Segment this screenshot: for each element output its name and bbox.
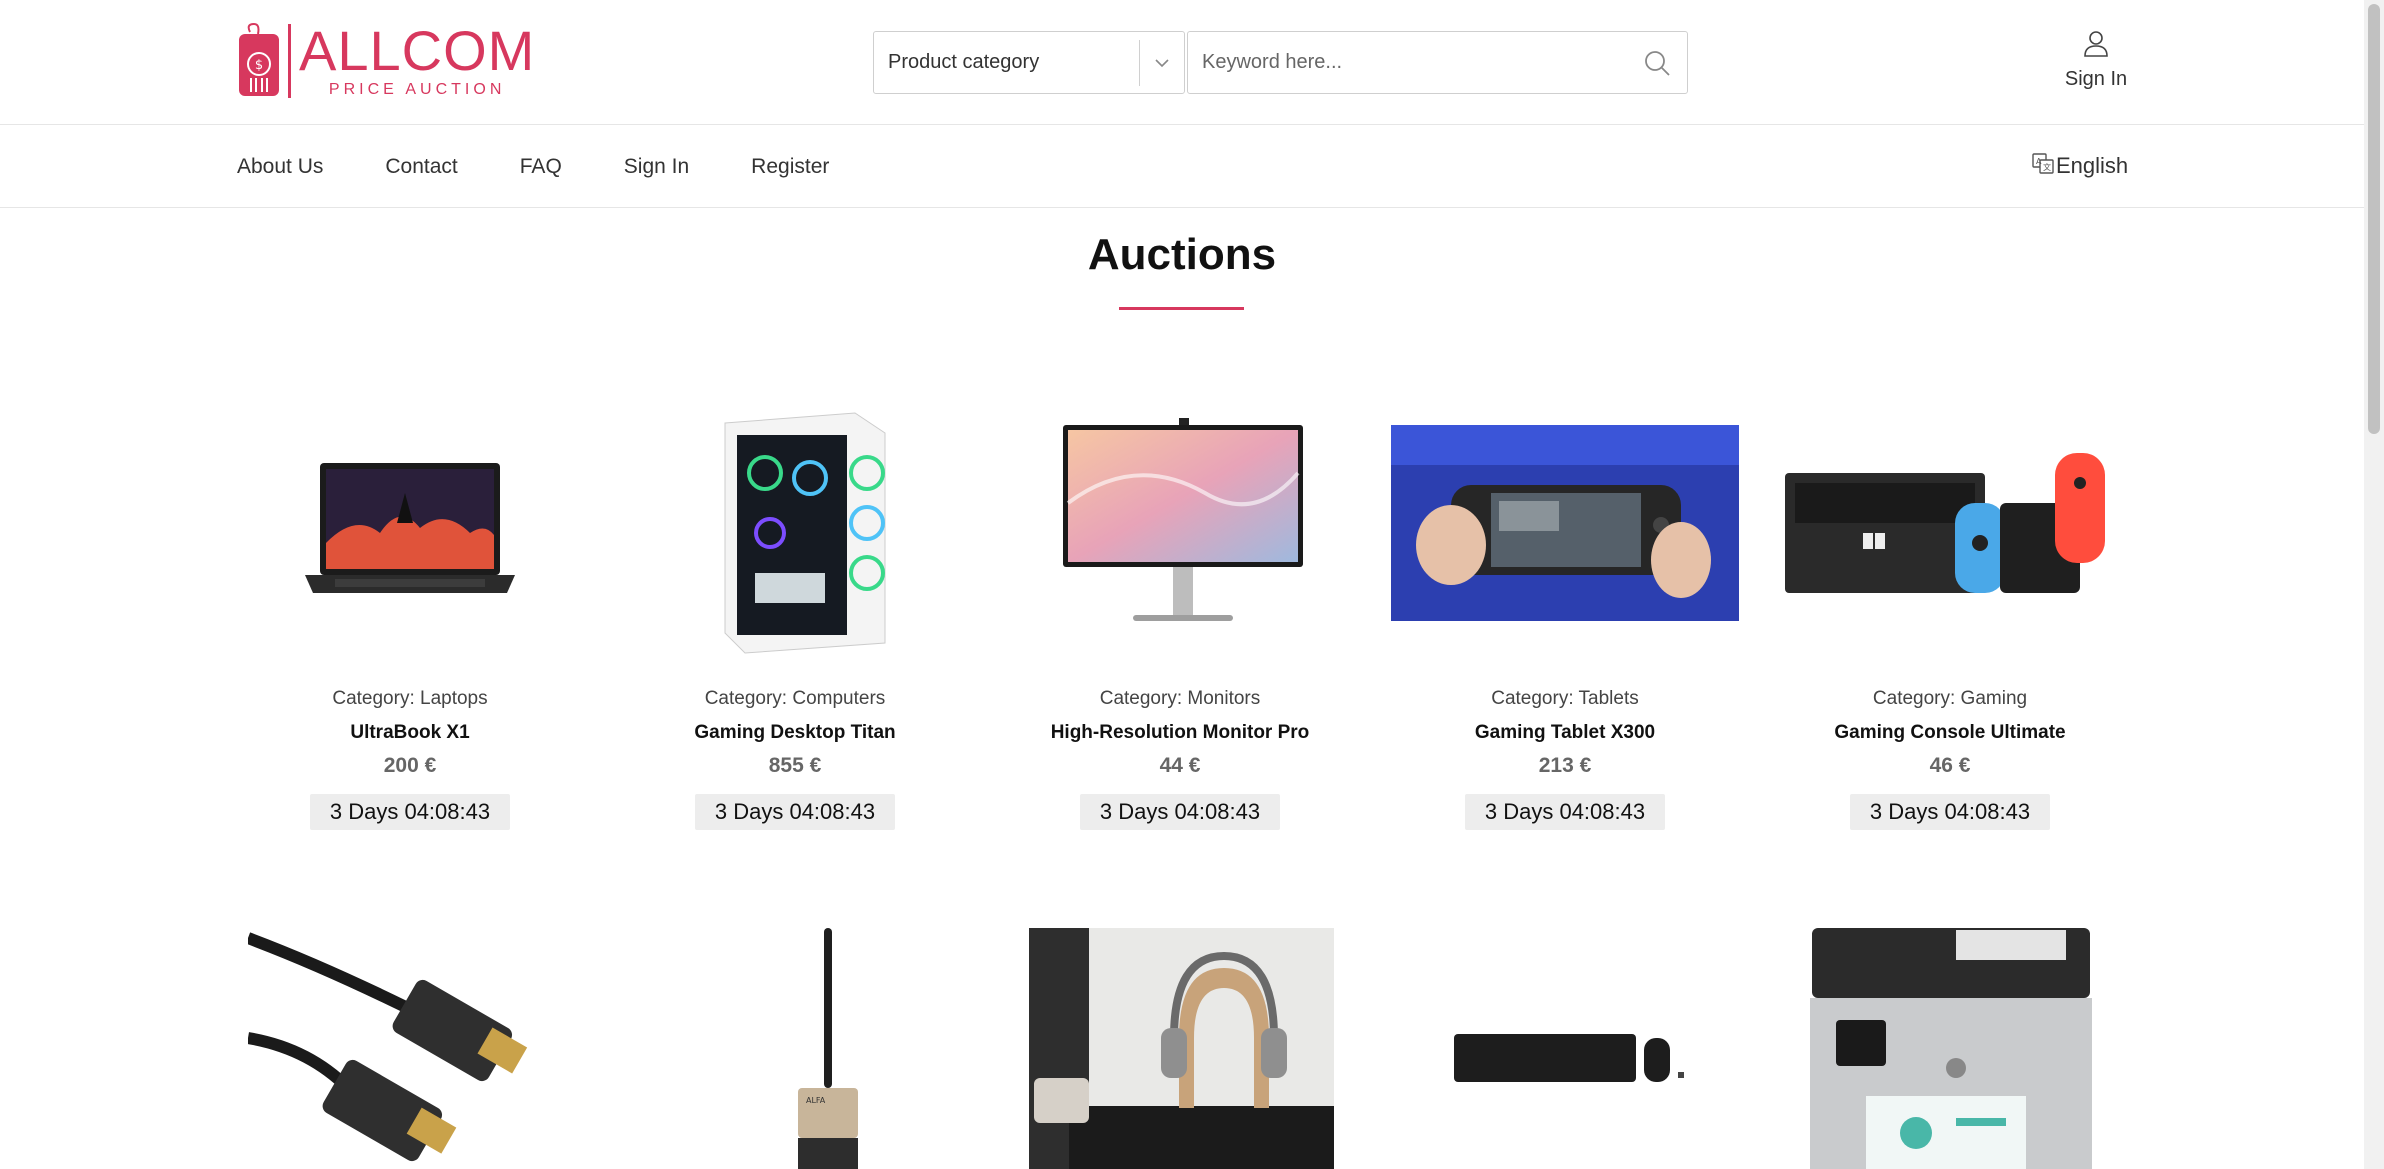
- header-signin-button[interactable]: Sign In: [2058, 30, 2134, 91]
- keyboard-mouse-image[interactable]: [1450, 1030, 1690, 1090]
- logo-divider: [288, 24, 291, 98]
- card-title[interactable]: Gaming Console Ultimate: [1765, 722, 2135, 744]
- laptop-image[interactable]: [225, 358, 595, 688]
- auction-card[interactable]: Category: Monitors High-Resolution Monit…: [995, 358, 1365, 830]
- svg-text:ALFA: ALFA: [806, 1096, 826, 1105]
- nav-links: About Us Contact FAQ Sign In Register: [237, 126, 891, 208]
- category-select-label: Product category: [888, 51, 1040, 73]
- nav-faq[interactable]: FAQ: [520, 155, 562, 179]
- title-underline: [1119, 307, 1244, 310]
- card-title[interactable]: Gaming Tablet X300: [1380, 722, 1750, 744]
- nav-register[interactable]: Register: [751, 155, 829, 179]
- countdown-timer: 3 Days 04:08:43: [694, 794, 896, 830]
- card-title[interactable]: UltraBook X1: [225, 722, 595, 744]
- auction-card[interactable]: Category: Computers Gaming Desktop Titan…: [610, 358, 980, 830]
- countdown-timer: 3 Days 04:08:43: [309, 794, 511, 830]
- countdown-timer: 3 Days 04:08:43: [1079, 794, 1281, 830]
- card-price: 213 €: [1538, 754, 1592, 777]
- language-label: English: [2056, 153, 2129, 178]
- user-icon: [2083, 30, 2109, 64]
- page-scrollbar[interactable]: [2364, 0, 2384, 1169]
- brand-subtitle: PRICE AUCTION: [328, 81, 506, 98]
- card-title[interactable]: Gaming Desktop Titan: [610, 722, 980, 744]
- card-category: Category: Gaming: [1872, 688, 2028, 709]
- site-header: $ ALLCOM PRICE AUCTION Product category: [0, 0, 2364, 125]
- logo-text: ALLCOM PRICE AUCTION: [299, 23, 535, 99]
- headphones-stand-image[interactable]: [1029, 928, 1334, 1169]
- card-price: 44 €: [1159, 754, 1201, 777]
- page-title: Auctions: [1087, 230, 1277, 279]
- printer-image[interactable]: [1806, 928, 2096, 1169]
- brand-title: ALLCOM: [299, 19, 536, 82]
- auction-card[interactable]: Category: Laptops UltraBook X1 200 € 3 D…: [225, 358, 595, 830]
- card-category: Category: Monitors: [1099, 688, 1261, 709]
- keyword-input[interactable]: [1188, 32, 1627, 93]
- hdmi-cable-image[interactable]: [248, 928, 578, 1169]
- svg-text:A: A: [2036, 157, 2042, 166]
- card-category: Category: Tablets: [1491, 688, 1639, 709]
- translate-icon: A文: [2032, 152, 2054, 180]
- auction-card[interactable]: Category: Tablets Gaming Tablet X300 213…: [1380, 358, 1750, 830]
- desktop-pc-image[interactable]: [610, 358, 980, 688]
- price-tag-icon: $: [236, 22, 282, 100]
- nav-contact[interactable]: Contact: [385, 155, 457, 179]
- search-icon[interactable]: [1627, 32, 1687, 93]
- card-category: Category: Computers: [704, 688, 886, 709]
- svg-text:文: 文: [2043, 162, 2051, 172]
- card-title[interactable]: High-Resolution Monitor Pro: [995, 722, 1365, 744]
- countdown-timer: 3 Days 04:08:43: [1464, 794, 1666, 830]
- svg-text:$: $: [255, 58, 263, 73]
- game-console-image[interactable]: [1765, 358, 2135, 688]
- main-nav: About Us Contact FAQ Sign In Register A文…: [0, 126, 2364, 208]
- language-selector[interactable]: A文 English: [2032, 152, 2128, 180]
- nav-sign-in[interactable]: Sign In: [624, 155, 689, 179]
- gaming-tablet-image[interactable]: [1380, 358, 1750, 688]
- card-price: 200 €: [383, 754, 437, 777]
- scrollbar-thumb[interactable]: [2368, 4, 2380, 434]
- nav-about-us[interactable]: About Us: [237, 155, 323, 179]
- header-signin-label: Sign In: [2064, 68, 2128, 90]
- chevron-down-icon[interactable]: [1140, 58, 1184, 68]
- category-select[interactable]: Product category: [873, 31, 1185, 94]
- auction-card[interactable]: Category: Gaming Gaming Console Ultimate…: [1765, 358, 2135, 830]
- wifi-adapter-image[interactable]: ALFA: [720, 928, 940, 1169]
- monitor-image[interactable]: [995, 358, 1365, 688]
- keyword-field: [1187, 31, 1688, 94]
- card-price: 855 €: [768, 754, 822, 777]
- card-category: Category: Laptops: [332, 688, 488, 709]
- card-price: 46 €: [1929, 754, 1971, 777]
- countdown-timer: 3 Days 04:08:43: [1849, 794, 2051, 830]
- brand-logo[interactable]: $ ALLCOM PRICE AUCTION: [236, 22, 535, 100]
- search-bar: Product category: [873, 31, 1688, 94]
